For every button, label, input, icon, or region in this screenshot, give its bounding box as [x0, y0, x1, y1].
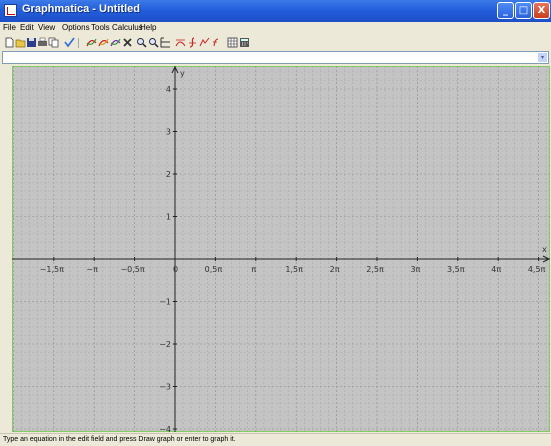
- x-tick-label: 2π: [330, 265, 340, 274]
- x-tick-label: 3π: [410, 265, 420, 274]
- zoom-in-icon[interactable]: [136, 37, 147, 48]
- x-tick-label: −0,5π: [120, 265, 144, 274]
- app-icon: [4, 4, 17, 17]
- toolbar: [0, 36, 551, 50]
- multi-graph-icon[interactable]: [110, 37, 121, 48]
- delete-graph-icon[interactable]: [122, 37, 133, 48]
- y-tick-label: 1: [166, 213, 171, 222]
- x-tick-label: 2,5π: [366, 265, 384, 274]
- graph-background: [12, 66, 550, 432]
- open-folder-icon[interactable]: [15, 37, 26, 48]
- title-bar: Graphmatica - Untitled _ □ X: [0, 0, 551, 22]
- x-tick-label: 4π: [491, 265, 501, 274]
- derivative-icon[interactable]: [199, 37, 210, 48]
- print-icon[interactable]: [37, 37, 48, 48]
- draw-graph-icon[interactable]: [86, 37, 97, 48]
- menu-file[interactable]: File: [3, 23, 16, 32]
- toolbar-separator: [78, 38, 79, 48]
- window-title: Graphmatica - Untitled: [22, 3, 140, 15]
- menu-view[interactable]: View: [38, 23, 55, 32]
- x-tick-label: 0,5π: [205, 265, 223, 274]
- menu-options[interactable]: Options: [62, 23, 90, 32]
- zoom-out-icon[interactable]: [148, 37, 159, 48]
- close-button[interactable]: X: [533, 2, 550, 19]
- status-bar: Type an equation in the edit field and p…: [0, 433, 551, 445]
- calculator-icon[interactable]: [239, 37, 250, 48]
- x-tick-label: −π: [86, 265, 98, 274]
- y-tick-label: −4: [159, 425, 171, 432]
- y-tick-label: 2: [166, 170, 171, 179]
- graph-canvas[interactable]: y x −1,5π −π −0,5π 0 0,5π π 1,5π 2π 2,5π 3π 3,5π 4π…: [12, 66, 550, 432]
- menu-bar: File Edit View Options Tools Calculus He…: [0, 22, 551, 36]
- y-tick-label: −1: [159, 298, 171, 307]
- function-icon[interactable]: [211, 37, 222, 48]
- table-icon[interactable]: [227, 37, 238, 48]
- minimize-button[interactable]: _: [497, 2, 514, 19]
- x-tick-label: 3,5π: [447, 265, 465, 274]
- menu-help[interactable]: Help: [140, 23, 156, 32]
- redraw-icon[interactable]: [98, 37, 109, 48]
- x-tick-label: 4,5π: [528, 265, 546, 274]
- maximize-button[interactable]: □: [515, 2, 532, 19]
- new-file-icon[interactable]: [4, 37, 15, 48]
- equation-history-dropdown[interactable]: ▾: [538, 53, 547, 62]
- y-tick-label: −3: [159, 383, 171, 392]
- menu-calculus[interactable]: Calculus: [112, 23, 143, 32]
- x-tick-label: π: [251, 265, 256, 274]
- x-tick-label: 0: [173, 265, 178, 274]
- check-icon[interactable]: [64, 37, 75, 48]
- grid-range-icon[interactable]: [160, 37, 171, 48]
- menu-tools[interactable]: Tools: [91, 23, 110, 32]
- y-tick-label: 3: [166, 128, 171, 137]
- save-icon[interactable]: [26, 37, 37, 48]
- y-axis-label: y: [180, 69, 185, 78]
- y-tick-label: −2: [159, 340, 171, 349]
- integral-icon[interactable]: [187, 37, 198, 48]
- x-tick-label: −1,5π: [40, 265, 64, 274]
- menu-edit[interactable]: Edit: [20, 23, 34, 32]
- tangent-icon[interactable]: [175, 37, 186, 48]
- y-tick-label: 4: [166, 85, 171, 94]
- x-tick-label: 1,5π: [285, 265, 303, 274]
- x-axis-label: x: [542, 245, 547, 254]
- copy-icon[interactable]: [48, 37, 59, 48]
- equation-input[interactable]: ▾: [2, 51, 549, 64]
